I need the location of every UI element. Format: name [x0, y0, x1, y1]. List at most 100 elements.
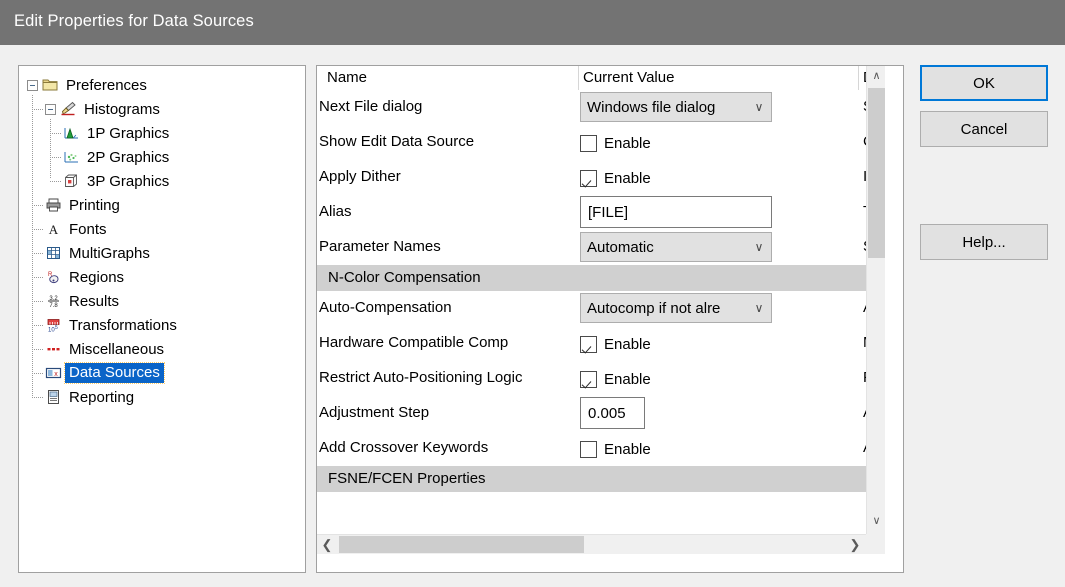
checkbox-apply-dither[interactable]: Enable: [580, 167, 651, 189]
column-header-name[interactable]: Name: [327, 69, 367, 86]
svg-text:5: 5: [55, 325, 58, 331]
chevron-down-icon[interactable]: ∨: [747, 101, 771, 113]
text-field-value: [FILE]: [581, 204, 628, 221]
grid-row[interactable]: Apply DitherEnableIf e: [317, 160, 885, 195]
chevron-down-icon[interactable]: ∨: [747, 302, 771, 314]
checkbox-hardware-compatible-comp[interactable]: Enable: [580, 333, 651, 355]
tree-item-preferences[interactable]: Preferences: [27, 73, 147, 97]
grid-row[interactable]: Adjustment Step0.005Amo: [317, 396, 885, 431]
properties-grid[interactable]: Name Current Value De Next File dialog Wi…: [316, 65, 904, 573]
tree-item-label: Preferences: [62, 78, 147, 93]
grid-icon: [45, 245, 62, 261]
tree-item-label: Reporting: [65, 390, 134, 405]
tree-item-label: Histograms: [80, 102, 160, 117]
text-field-alias[interactable]: [FILE]: [580, 196, 772, 228]
checkbox-show-edit-data-source[interactable]: Enable: [580, 132, 651, 154]
checkbox-unchecked-icon[interactable]: [580, 135, 597, 152]
grid-row-name: Parameter Names: [319, 238, 441, 255]
grid-horizontal-scrollbar[interactable]: ❮ ❯: [317, 534, 885, 554]
text-field-adjustment-step[interactable]: 0.005: [580, 397, 645, 429]
grid-row[interactable]: Parameter NamesAutomatic∨Sele: [317, 230, 885, 265]
tree-item-label: Miscellaneous: [65, 342, 164, 357]
grid-row-name: Alias: [319, 203, 352, 220]
dropdown-auto-compensation[interactable]: Autocomp if not alre∨: [580, 293, 772, 323]
cancel-button[interactable]: Cancel: [920, 111, 1048, 147]
checkbox-unchecked-icon[interactable]: [580, 441, 597, 458]
regions-icon: R: [45, 269, 62, 285]
checkbox-label: Enable: [597, 371, 651, 388]
grid-row[interactable]: Hardware Compatible CompEnableMod: [317, 326, 885, 361]
tree-guide-line: [32, 205, 43, 206]
column-divider[interactable]: [578, 66, 579, 90]
checkbox-checked-icon[interactable]: [580, 371, 597, 388]
grid-section-header: N-Color Compensation: [317, 265, 885, 291]
scroll-up-button[interactable]: ∧: [867, 66, 886, 85]
tree-item-1p-graphics[interactable]: 1P Graphics: [63, 121, 169, 145]
checkbox-label: Enable: [597, 135, 651, 152]
grid-section-label: FSNE/FCEN Properties: [328, 470, 486, 487]
checkbox-label: Enable: [597, 441, 651, 458]
window-title: Edit Properties for Data Sources: [14, 12, 254, 31]
grid-row[interactable]: Alias[FILE]This: [317, 195, 885, 230]
column-divider[interactable]: [858, 66, 859, 90]
tree-guide-line: [32, 325, 43, 326]
tree-item-regions[interactable]: RRegions: [45, 265, 124, 289]
checkbox-checked-icon[interactable]: [580, 336, 597, 353]
tree-guide-line: [32, 349, 43, 350]
grid-row-name: Restrict Auto-Positioning Logic: [319, 369, 522, 386]
checkbox-checked-icon[interactable]: [580, 170, 597, 187]
tree-guide-line: [50, 181, 61, 182]
help-button[interactable]: Help...: [920, 224, 1048, 260]
reporting-icon: [45, 389, 62, 405]
grid-row[interactable]: Auto-CompensationAutocomp if not alre∨Au…: [317, 291, 885, 326]
vertical-scroll-thumb[interactable]: [868, 88, 885, 258]
grid-row[interactable]: Show Edit Data SourceEnableCor: [317, 125, 885, 160]
horizontal-scroll-thumb[interactable]: [339, 536, 584, 553]
tree-item-label: MultiGraphs: [65, 246, 150, 261]
tree-item-results[interactable]: 3.27.8Results: [45, 289, 119, 313]
grid-row[interactable]: Add Crossover KeywordsEnableAdd: [317, 431, 885, 466]
tree-item-data-sources[interactable]: xData Sources: [45, 361, 164, 385]
tree-item-reporting[interactable]: Reporting: [45, 385, 134, 409]
grid-vertical-scrollbar[interactable]: ∧ ∨: [866, 66, 885, 554]
tree-item-label: Transformations: [65, 318, 177, 333]
grid-section-label: N-Color Compensation: [328, 269, 481, 286]
dropdown-value: Automatic: [581, 239, 747, 256]
window-title-bar: Edit Properties for Data Sources: [0, 0, 1065, 45]
folder-icon: [42, 77, 59, 93]
dropdown-parameter-names[interactable]: Automatic∨: [580, 232, 772, 262]
tree-item-fonts[interactable]: A Fonts: [45, 217, 107, 241]
checkbox-add-crossover-keywords[interactable]: Enable: [580, 438, 651, 460]
tree-item-miscellaneous[interactable]: Miscellaneous: [45, 337, 164, 361]
tree-item-label: Fonts: [65, 222, 107, 237]
column-header-current-value[interactable]: Current Value: [583, 69, 674, 86]
dropdown-next-file-dialog[interactable]: Windows file dialog∨: [580, 92, 772, 122]
grid-row[interactable]: Restrict Auto-Positioning LogicEnablePer…: [317, 361, 885, 396]
tree-expander-collapse-icon[interactable]: [45, 104, 56, 115]
tree-item-histograms[interactable]: Histograms: [45, 97, 160, 121]
dropdown-value: Autocomp if not alre: [581, 300, 747, 317]
scroll-right-button[interactable]: ❯: [845, 535, 865, 554]
grid-row-name: Show Edit Data Source: [319, 133, 474, 150]
tree-item-printing[interactable]: Printing: [45, 193, 120, 217]
scroll-down-button[interactable]: ∨: [867, 511, 886, 530]
preferences-tree[interactable]: Preferences Histograms 1P Graphics 2P Graph…: [18, 65, 306, 573]
ok-button[interactable]: OK: [920, 65, 1048, 101]
tree-item-multigraphs[interactable]: MultiGraphs: [45, 241, 150, 265]
data-sources-icon: x: [45, 365, 62, 381]
tree-guide-line: [32, 253, 43, 254]
tree-item-transformations[interactable]: 105Transformations: [45, 313, 177, 337]
tree-item-label: 2P Graphics: [83, 150, 169, 165]
tree-item-3p-graphics[interactable]: 3P Graphics: [63, 169, 169, 193]
tree-item-2p-graphics[interactable]: 2P Graphics: [63, 145, 169, 169]
grid-row-name: Next File dialog: [319, 98, 422, 115]
tree-item-label: 3P Graphics: [83, 174, 169, 189]
scroll-left-button[interactable]: ❮: [317, 535, 337, 554]
grid-row[interactable]: Next File dialogWindows file dialog∨Sele: [317, 90, 885, 125]
tree-expander-collapse-icon[interactable]: [27, 80, 38, 91]
dialog-client-area: Preferences Histograms 1P Graphics 2P Graph…: [0, 45, 1065, 587]
grid-header-row: Name Current Value De: [317, 66, 885, 90]
chevron-down-icon[interactable]: ∨: [747, 241, 771, 253]
checkbox-restrict-auto-positioning-logic[interactable]: Enable: [580, 368, 651, 390]
svg-text:A: A: [49, 222, 59, 237]
